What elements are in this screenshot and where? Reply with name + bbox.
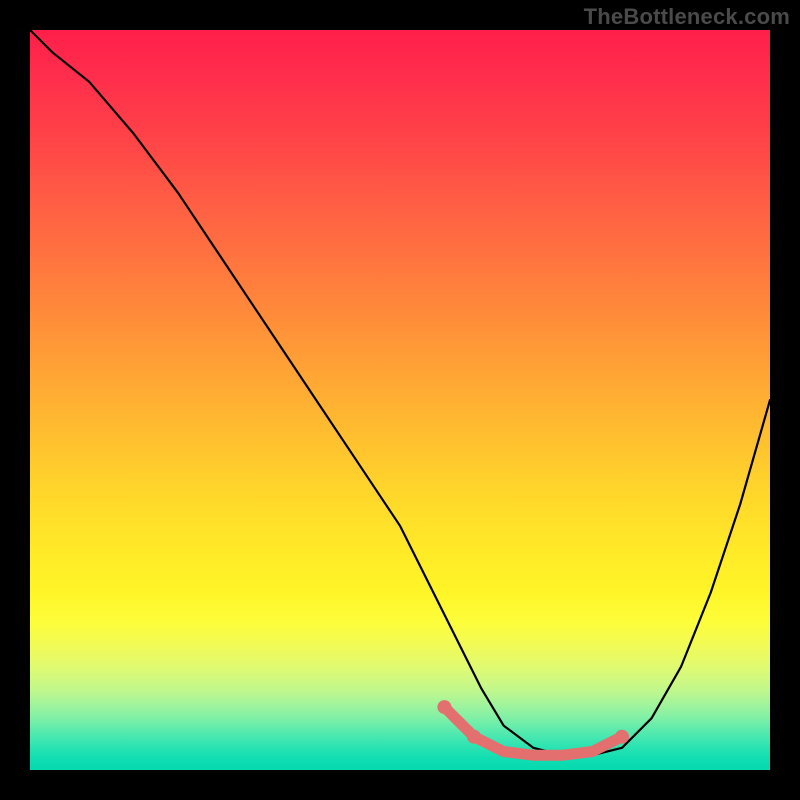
bottleneck-curve — [30, 30, 770, 755]
highlight-marker — [615, 730, 629, 744]
highlight-marker — [467, 730, 481, 744]
chart-frame: TheBottleneck.com — [0, 0, 800, 800]
watermark-label: TheBottleneck.com — [584, 4, 790, 30]
highlight-marker — [437, 700, 451, 714]
plot-area — [30, 30, 770, 770]
chart-svg — [30, 30, 770, 770]
